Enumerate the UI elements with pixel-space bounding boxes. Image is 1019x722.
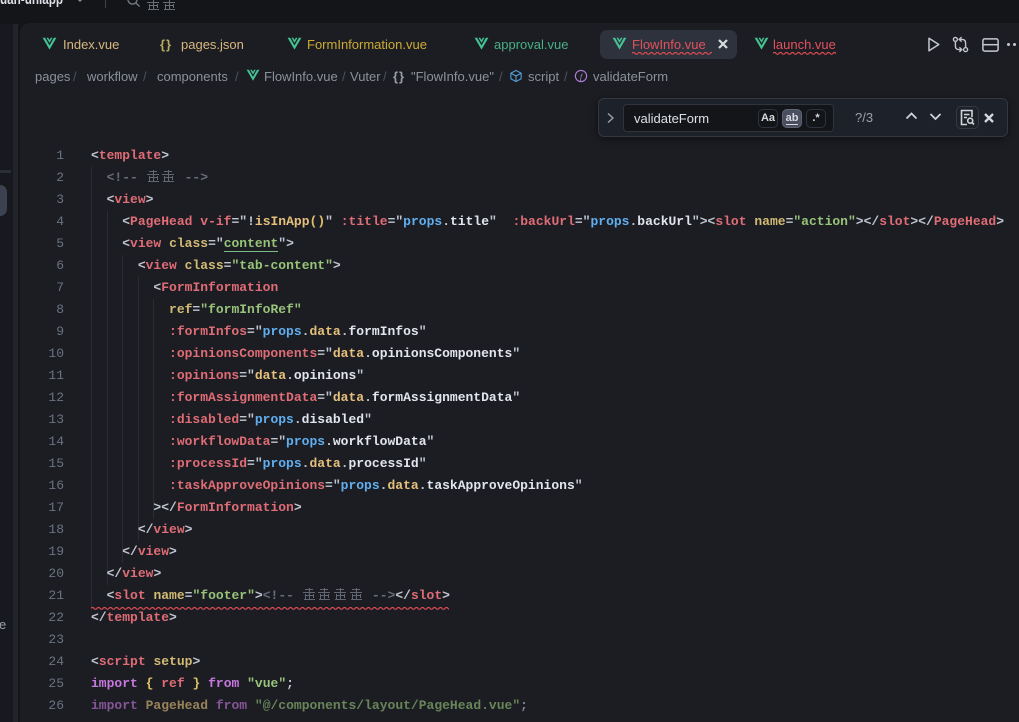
svg-text:f: f (580, 72, 584, 81)
